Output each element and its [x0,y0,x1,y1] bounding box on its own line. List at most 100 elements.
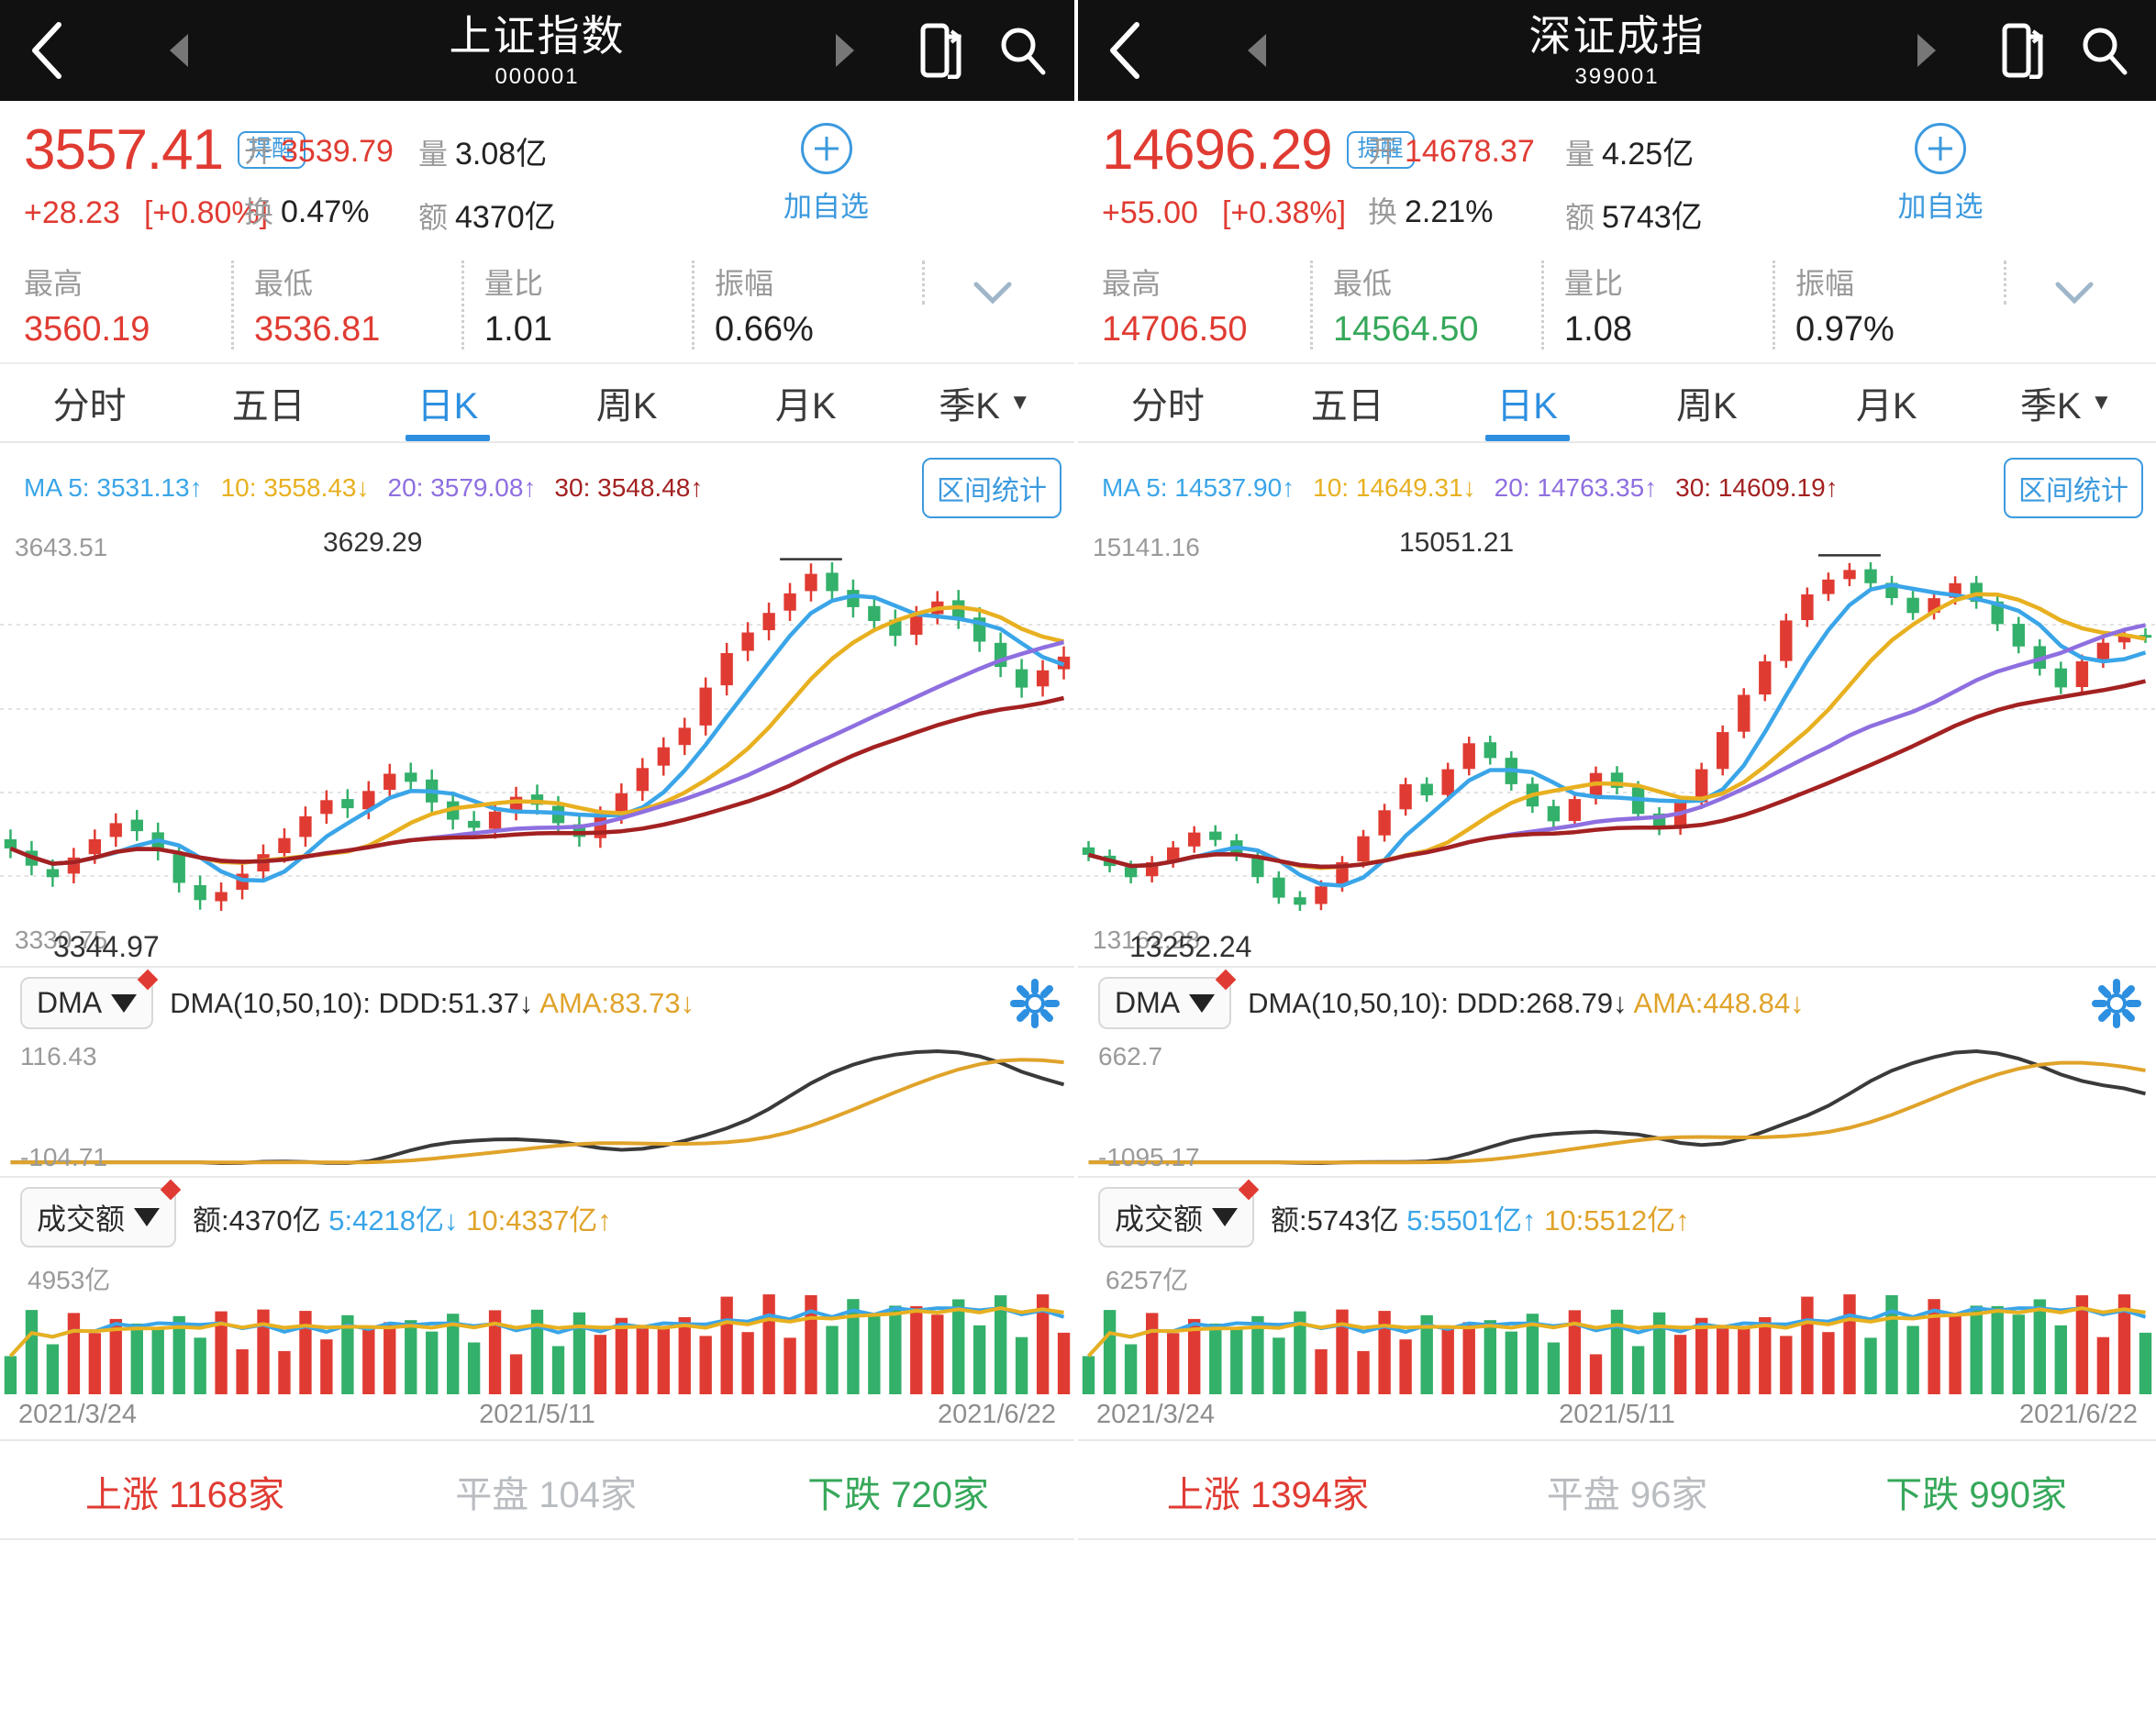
next-arrow-icon[interactable] [836,34,854,67]
breadth-advancing: 上涨 1168家 [85,1475,285,1515]
expand-details-button[interactable] [2004,261,2141,305]
title-block: 深证成指 399001 [1078,12,2156,90]
chevron-down-icon: ▼ [2090,390,2113,415]
date-start: 2021/3/24 [1096,1400,1216,1429]
dma-bottom-label: -1095.17 [1098,1143,1200,1171]
tab-quarterly-k-label: 季K [2019,386,2082,427]
volume-label: 量 [418,138,449,171]
tab-monthly-k[interactable]: 月K [1796,364,1976,441]
amount-label: 额 [418,201,449,234]
period-tabs: 分时 五日 日K 周K 月K 季K ▼ [0,364,1074,443]
next-arrow-icon[interactable] [1917,34,1936,67]
volume-amount-column: 量 3.08亿 额 4370亿 [418,117,593,255]
volume-value: 4.25亿 [1602,137,1695,172]
k-line-chart[interactable]: 3643.51 3330.75 3629.29 3344.97 [0,526,1074,966]
k-axis-top-label: 3643.51 [15,533,108,561]
ma20-value: 20: 14763.35↑ [1494,473,1658,502]
search-icon[interactable] [997,25,1049,76]
k-line-chart[interactable]: 15141.16 13162.28 15051.21 13252.24 [1078,526,2156,966]
ma10-value: 10: 14649.31↓ [1313,473,1476,502]
dma-top-label: 116.43 [20,1042,97,1070]
stat-high-value: 3560.19 [24,310,150,349]
top-bar: 深证成指 399001 [1078,0,2156,101]
dma-selector-button[interactable]: DMA [1098,969,1237,1029]
stat-amplitude-label: 振幅 [715,267,774,300]
tab-quarterly-k[interactable]: 季K ▼ [1976,364,2156,441]
ma-bar: MA 5: 3531.13↑ 10: 3558.43↓ 20: 3579.08↑… [0,443,1074,526]
notification-dot [160,1179,182,1201]
tab-weekly-k[interactable]: 周K [538,364,717,441]
volume-total-text: 额:5743亿 [1271,1203,1399,1237]
ma5-value: MA 5: 14537.90↑ [1102,473,1295,502]
tab-minute[interactable]: 分时 [0,364,179,441]
k-trough-label: 3344.97 [53,930,160,963]
stat-high: 最高 3560.19 [24,261,231,349]
last-price: 14696.29 [1102,118,1333,182]
breadth-unchanged: 平盘 96家 [1546,1475,1708,1515]
panel-shenzhen-index: 深证成指 399001 14696.29 提醒 +55.00 [+0.38%] … [1078,0,2156,1730]
chevron-down-icon: ▼ [1008,390,1031,415]
dma-header: DMA DMA(10,50,10): DDD:51.37↓ AMA:83.73↓ [0,966,1074,1038]
price-change-pct: [+0.38%] [1221,195,1347,230]
add-watchlist-button[interactable]: 加自选 [593,117,1060,225]
stat-high-value: 14706.50 [1102,310,1248,349]
stat-amplitude-value: 0.66% [715,310,814,349]
dma-selector-button[interactable]: DMA [20,969,159,1029]
breadth-declining: 下跌 720家 [807,1475,989,1515]
ma30-value: 30: 14609.19↑ [1675,473,1839,502]
volume-header: 成交额 额:5743亿 5:5501亿↑ 10:5512亿↑ [1078,1176,2156,1257]
stat-low-label: 最低 [1333,267,1393,300]
amount-value: 4370亿 [455,200,556,235]
turnover-label: 换 [244,195,274,228]
tab-quarterly-k[interactable]: 季K ▼ [895,364,1074,441]
tab-five-day[interactable]: 五日 [179,364,358,441]
tab-daily-k[interactable]: 日K [1438,364,1617,441]
stat-high: 最高 14706.50 [1102,261,1310,349]
dma-ddd-text: DMA(10,50,10): DDD:268.79↓ [1248,986,1628,1019]
volume-chart[interactable]: 4953亿 [0,1257,1074,1394]
gear-icon[interactable] [1010,978,1060,1028]
turnover-value: 2.21% [1405,194,1494,229]
top-bar: 上证指数 000001 [0,0,1074,101]
last-price: 3557.41 [24,118,224,182]
tab-daily-k[interactable]: 日K [358,364,537,441]
date-mid: 2021/5/11 [479,1400,595,1429]
add-watchlist-label: 加自选 [1897,191,1984,223]
tab-monthly-k[interactable]: 月K [717,364,895,441]
k-peak-label: 15051.21 [1399,527,1515,558]
expand-details-button[interactable] [922,261,1060,305]
gear-icon[interactable] [2092,978,2141,1028]
volume-chart[interactable]: 6257亿 [1078,1257,2156,1394]
add-watchlist-button[interactable]: 加自选 [1739,117,2141,225]
volume-value: 3.08亿 [455,137,548,172]
range-statistics-button[interactable]: 区间统计 [2004,458,2143,518]
triangle-down-icon [1212,1208,1239,1226]
volume-selector-button[interactable]: 成交额 [20,1179,182,1248]
triangle-down-icon [134,1208,161,1226]
search-icon[interactable] [2079,25,2130,76]
index-code: 399001 [1574,63,1660,89]
breadth-declining: 下跌 990家 [1885,1475,2068,1515]
stat-volume-ratio: 量比 1.01 [461,261,692,349]
k-axis-top-label: 15141.16 [1093,533,1200,561]
page-title: 上证指数 [449,12,626,60]
volume-ma5-text: 5:4218亿↓ [328,1203,459,1237]
open-value: 3539.79 [281,134,394,169]
price-change: +28.23 [24,195,120,230]
title-block: 上证指数 000001 [0,12,1074,90]
ma5-value: MA 5: 3531.13↑ [24,473,203,502]
plus-icon [800,123,852,174]
range-statistics-button[interactable]: 区间统计 [922,458,1061,518]
volume-button-label: 成交额 [37,1203,126,1236]
phone-share-icon[interactable] [920,22,964,80]
tab-five-day[interactable]: 五日 [1258,364,1438,441]
dma-chart[interactable]: 116.43 -104.71 [0,1038,1074,1176]
dma-bottom-label: -104.71 [20,1143,107,1171]
turnover-label: 换 [1368,195,1398,228]
tab-weekly-k[interactable]: 周K [1617,364,1796,441]
notification-dot [1238,1179,1260,1201]
volume-selector-button[interactable]: 成交额 [1098,1179,1260,1248]
phone-share-icon[interactable] [2002,22,2046,80]
tab-minute[interactable]: 分时 [1078,364,1258,441]
dma-chart[interactable]: 662.7 -1095.17 [1078,1038,2156,1176]
